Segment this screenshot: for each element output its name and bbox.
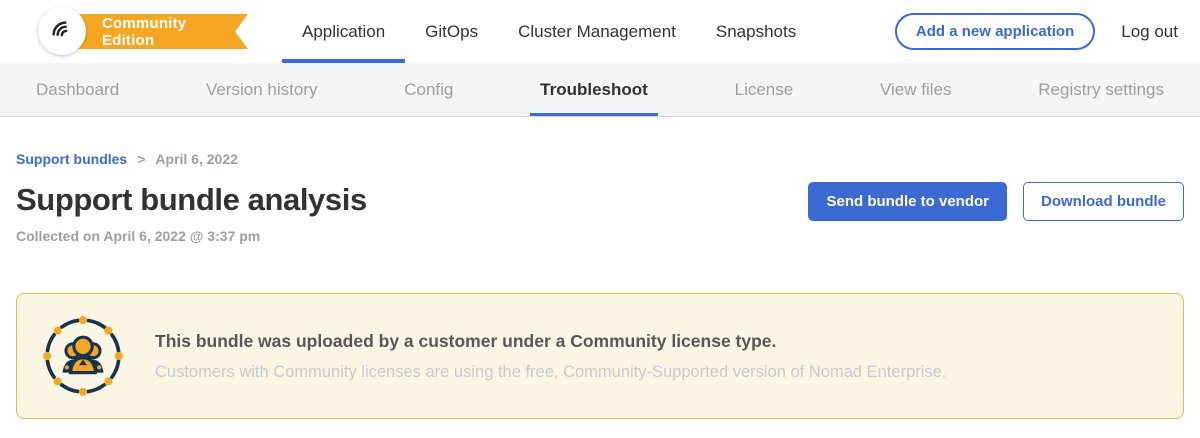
notice-text: This bundle was uploaded by a customer u… — [155, 331, 946, 382]
send-bundle-to-vendor-button[interactable]: Send bundle to vendor — [808, 182, 1007, 221]
tab-cluster-management[interactable]: Cluster Management — [498, 0, 696, 63]
app-sub-navigation: Dashboard Version history Config Trouble… — [0, 63, 1200, 117]
title-row: Support bundle analysis Send bundle to v… — [16, 182, 1184, 221]
top-nav-bar: Community Edition Application GitOps Clu… — [0, 0, 1200, 63]
collected-timestamp: Collected on April 6, 2022 @ 3:37 pm — [16, 228, 1184, 244]
breadcrumb: Support bundles > April 6, 2022 — [16, 151, 1184, 167]
replicated-logo[interactable] — [38, 7, 86, 55]
download-bundle-button[interactable]: Download bundle — [1023, 182, 1184, 221]
bundle-actions: Send bundle to vendor Download bundle — [808, 182, 1184, 221]
notice-description: Customers with Community licenses are us… — [155, 363, 946, 382]
notice-title: This bundle was uploaded by a customer u… — [155, 331, 946, 352]
community-license-icon — [41, 314, 125, 398]
subnav-version-history[interactable]: Version history — [196, 63, 328, 116]
community-group-icon — [41, 314, 125, 398]
replicated-logo-icon — [49, 18, 75, 44]
tab-snapshots[interactable]: Snapshots — [696, 0, 816, 63]
breadcrumb-support-bundles-link[interactable]: Support bundles — [16, 151, 127, 167]
subnav-registry-settings[interactable]: Registry settings — [1028, 63, 1174, 116]
subnav-troubleshoot[interactable]: Troubleshoot — [530, 63, 658, 116]
primary-navigation: Application GitOps Cluster Management Sn… — [282, 0, 816, 63]
main-content: Support bundles > April 6, 2022 Support … — [0, 151, 1200, 419]
top-actions: Add a new application Log out — [895, 0, 1200, 63]
breadcrumb-separator: > — [137, 151, 145, 167]
tab-application[interactable]: Application — [282, 0, 405, 63]
breadcrumb-current: April 6, 2022 — [155, 151, 238, 167]
subnav-config[interactable]: Config — [394, 63, 463, 116]
subnav-view-files[interactable]: View files — [870, 63, 962, 116]
brand: Community Edition — [38, 0, 248, 63]
logout-link[interactable]: Log out — [1121, 22, 1178, 42]
community-edition-badge-label: Community Edition — [102, 15, 222, 49]
add-new-application-button[interactable]: Add a new application — [895, 13, 1095, 50]
community-license-notice: This bundle was uploaded by a customer u… — [16, 293, 1184, 419]
page-title: Support bundle analysis — [16, 182, 367, 218]
subnav-license[interactable]: License — [725, 63, 804, 116]
tab-gitops[interactable]: GitOps — [405, 0, 498, 63]
subnav-dashboard[interactable]: Dashboard — [26, 63, 129, 116]
